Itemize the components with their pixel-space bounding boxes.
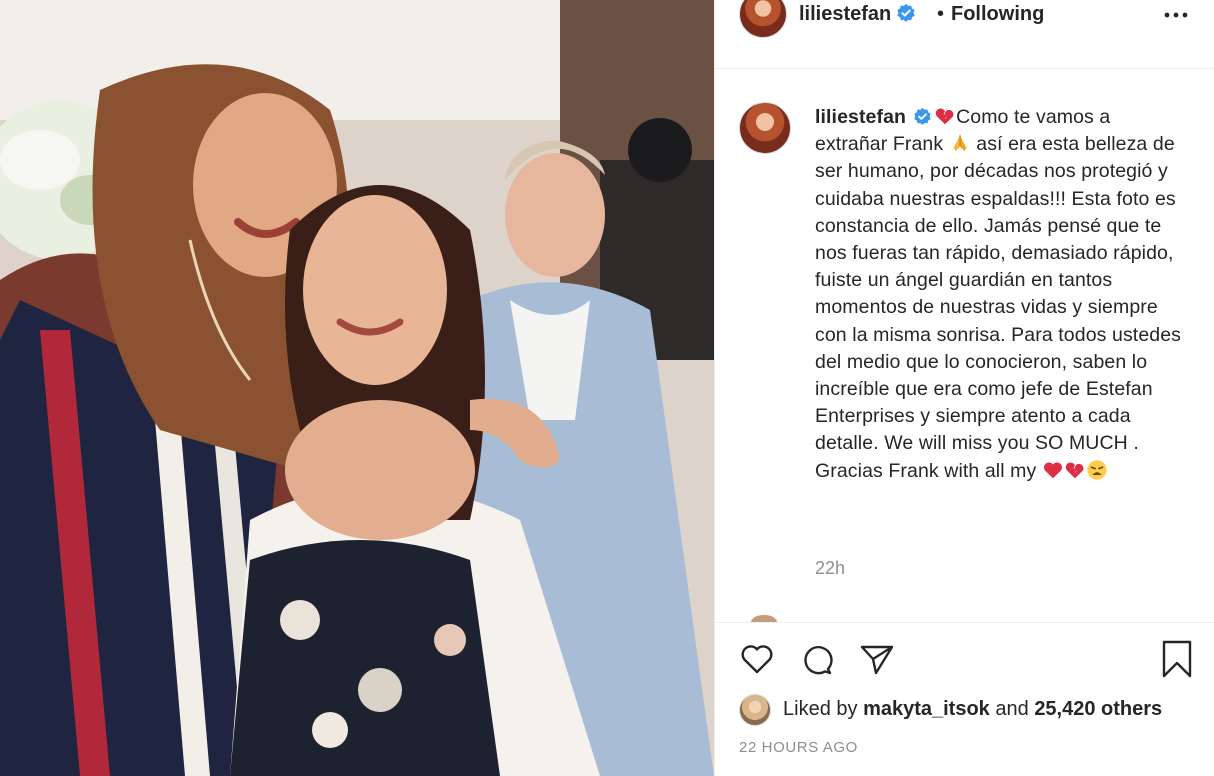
comment-bubble-icon (804, 645, 833, 675)
weary-face-emoji (1087, 460, 1107, 480)
caption-username[interactable]: liliestefan (815, 106, 906, 128)
comments-area[interactable]: liliestefan Como te vamos a extrañar Fran… (715, 70, 1214, 622)
praying-hands-emoji (953, 134, 967, 152)
author-username[interactable]: liliestefan (799, 3, 916, 26)
likes-prefix: Liked by (783, 698, 858, 720)
post-relative-time: 22h (815, 558, 846, 578)
liker-username[interactable]: makyta_itsok (863, 698, 990, 720)
save-button[interactable] (1157, 639, 1197, 679)
red-heart-emoji (1043, 462, 1062, 478)
verified-badge-icon (897, 4, 915, 22)
broken-heart-emoji (935, 108, 954, 125)
author-username-text[interactable]: liliestefan (799, 3, 891, 25)
likes-others-count[interactable]: 25,420 others (1034, 698, 1162, 720)
paper-plane-icon (860, 645, 894, 675)
likes-text: Liked by makyta_itsok and 25,420 others (783, 698, 1162, 721)
like-button[interactable] (737, 639, 777, 679)
liker-avatar[interactable] (739, 694, 771, 726)
broken-heart-emoji (1065, 462, 1084, 478)
heart-icon (741, 645, 773, 674)
post-side-panel: liliestefan • Following liliestefan Como … (714, 0, 1214, 776)
share-button[interactable] (857, 639, 897, 679)
comment-button[interactable] (797, 639, 837, 679)
caption-author-avatar[interactable] (739, 102, 791, 154)
caption-text-part-2: así era esta belleza de ser humano, por … (815, 133, 1182, 482)
post-header: liliestefan • Following (715, 0, 1214, 69)
separator-dot: • (937, 3, 945, 25)
verified-badge-icon (914, 107, 931, 125)
next-comment-avatar (751, 615, 777, 622)
bookmark-icon (1162, 640, 1192, 678)
post-caption: liliestefan Como te vamos a extrañar Fran… (815, 104, 1185, 485)
post-timestamp[interactable]: 22 HOURS AGO (739, 739, 858, 756)
more-options-icon[interactable] (1163, 8, 1189, 22)
author-avatar[interactable] (739, 0, 787, 38)
post-photo[interactable] (0, 0, 714, 776)
likes-joiner: and (995, 698, 1029, 720)
follow-status-button[interactable]: Following (951, 3, 1044, 26)
post-actions-bar (715, 622, 1214, 692)
post-photo-illustration (0, 0, 714, 776)
